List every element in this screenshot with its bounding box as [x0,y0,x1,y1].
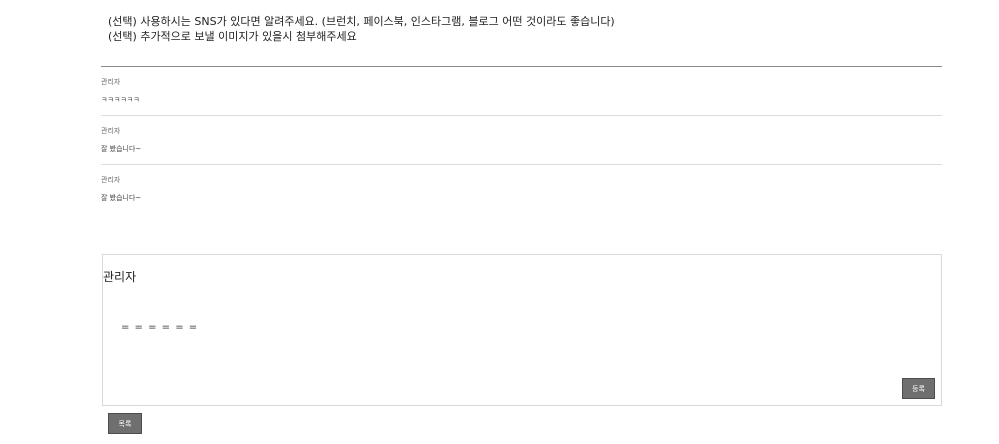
comment-list: 관리자 ㅋㅋㅋㅋㅋㅋ 관리자 잘 봤습니다~ 관리자 잘 봤습니다~ [101,67,942,213]
notice-text: (선택) 사용하시는 SNS가 있다면 알려주세요. (브런치, 페이스북, 인… [108,14,615,44]
comment-author: 관리자 [101,78,121,86]
list-button[interactable]: 목록 [108,413,142,434]
comment-body: 잘 봤습니다~ [101,194,142,202]
register-button[interactable]: 등록 [902,378,935,399]
reply-author: 관리자 [103,270,137,284]
comment-item: 관리자 ㅋㅋㅋㅋㅋㅋ [101,67,942,116]
notice-line-image: (선택) 추가적으로 보낼 이미지가 있을시 첨부해주세요 [108,30,357,43]
reply-editor[interactable]: 관리자 = = = = = = 등록 [102,254,942,406]
comment-body: 잘 봤습니다~ [101,145,142,153]
notice-line-sns: (선택) 사용하시는 SNS가 있다면 알려주세요. (브런치, 페이스북, 인… [108,15,615,28]
comment-body: ㅋㅋㅋㅋㅋㅋ [101,96,140,104]
comment-item: 관리자 잘 봤습니다~ [101,116,942,165]
comment-author: 관리자 [101,176,121,184]
comment-item: 관리자 잘 봤습니다~ [101,165,942,213]
comment-author: 관리자 [101,127,121,135]
reply-text-area[interactable]: = = = = = = [121,322,198,333]
